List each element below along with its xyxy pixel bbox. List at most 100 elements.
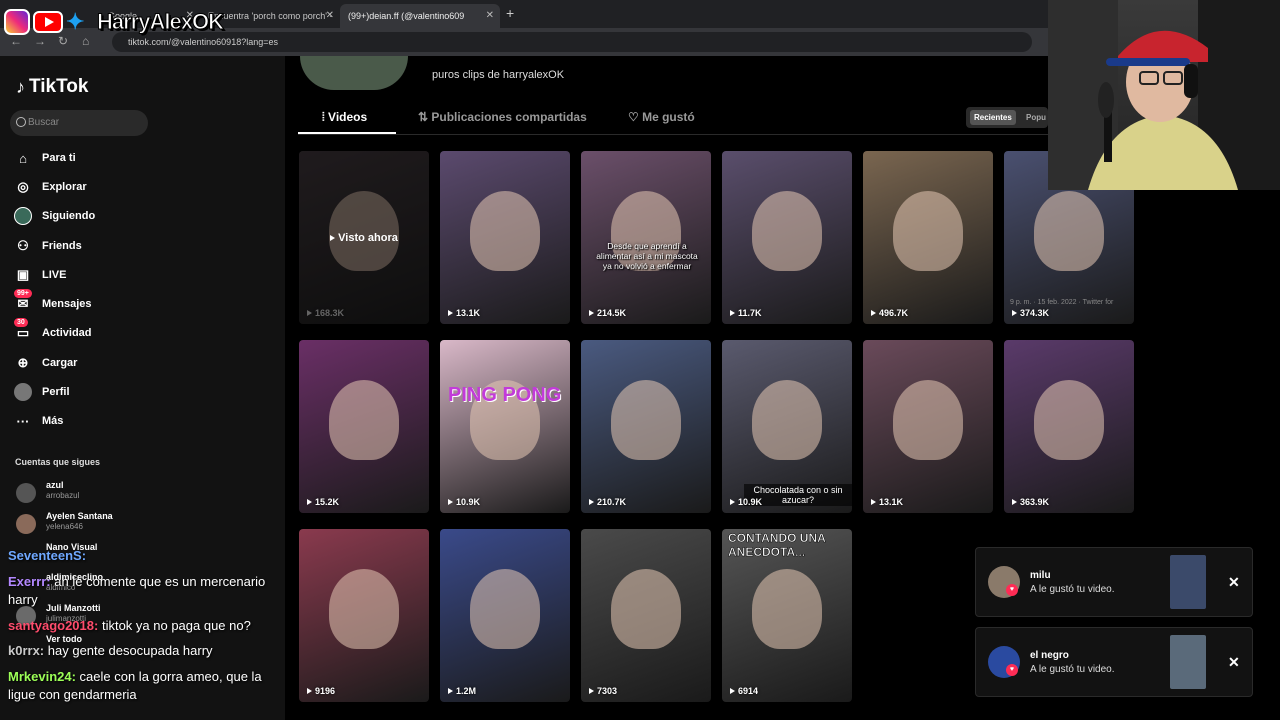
chat-message: Mrkevin24: caele con la gorra ameo, que …	[8, 668, 288, 704]
view-count: 13.1K	[871, 497, 903, 507]
nav-item-cargar[interactable]: ⊕ Cargar	[14, 352, 78, 374]
play-icon	[730, 688, 735, 694]
play-icon	[1012, 499, 1017, 505]
nav-label: Siguiendo	[42, 210, 96, 222]
profile-icon	[14, 383, 32, 401]
close-icon[interactable]: ✕	[486, 4, 494, 28]
video-card[interactable]: PING PONG 10.9K	[440, 340, 570, 513]
video-card[interactable]: 9196	[299, 529, 429, 702]
repost-icon: ⇅	[418, 110, 432, 124]
play-icon	[871, 310, 876, 316]
view-count-text: 6914	[738, 686, 759, 696]
video-thumbnail[interactable]	[1170, 635, 1206, 689]
play-icon	[448, 499, 453, 505]
notification-card[interactable]: ♥ el negro A le gustó tu video. ✕	[975, 627, 1253, 697]
video-card[interactable]: 7303	[581, 529, 711, 702]
tab-label: Publicaciones compartidas	[431, 110, 587, 124]
thumbnail-figure	[1034, 191, 1104, 271]
notification-card[interactable]: ♥ milu A le gustó tu video. ✕	[975, 547, 1253, 617]
tiktok-logo[interactable]: ♪ TikTok	[16, 76, 88, 98]
video-card[interactable]: 11.7K	[722, 151, 852, 324]
messages-icon: ✉ 99+	[14, 289, 32, 313]
nav-item-mas[interactable]: ··· Más	[14, 410, 64, 432]
friends-icon: ⚇	[17, 238, 29, 253]
video-card[interactable]: 13.1K	[440, 151, 570, 324]
nav-label: LIVE	[42, 269, 67, 281]
profile-avatar[interactable]	[300, 56, 408, 90]
video-card[interactable]: 13.1K	[863, 340, 993, 513]
view-count: 374.3K	[1012, 308, 1049, 318]
sort-recent-button[interactable]: Recientes	[970, 110, 1016, 125]
nav-item-live[interactable]: ▣ LIVE	[14, 264, 67, 286]
browser-tab-active[interactable]: (99+)deian.ff (@valentino609 ✕	[340, 4, 500, 28]
thumbnail-figure	[611, 569, 681, 649]
view-count-text: 363.9K	[1020, 497, 1050, 507]
streamer-logo: ✦ HarryAlexOK	[4, 6, 225, 38]
view-count-text: 374.3K	[1020, 308, 1050, 318]
video-card[interactable]: Desde que aprendí a alimentar así a mi m…	[581, 151, 711, 324]
view-count-text: 10.9K	[456, 497, 481, 507]
view-count-text: 10.9K	[738, 497, 763, 507]
following-section-title: Cuentas que sigues	[15, 457, 101, 467]
avatar	[16, 514, 36, 534]
view-count: 11.7K	[730, 308, 762, 318]
video-card[interactable]: 210.7K	[581, 340, 711, 513]
nav-item-mensajes[interactable]: ✉ 99+ Mensajes	[14, 289, 92, 315]
view-count-text: 11.7K	[738, 308, 762, 318]
tabs-divider	[298, 134, 1048, 135]
sort-toggle: Recientes Popu	[966, 107, 1048, 128]
more-icon: ···	[16, 413, 30, 429]
video-card[interactable]: 1.2M	[440, 529, 570, 702]
chat-username: k0rrx:	[8, 643, 45, 658]
nav-label: Más	[42, 415, 64, 427]
play-icon	[307, 499, 312, 505]
notification-user: milu	[1030, 570, 1051, 581]
heart-outline-icon: ♡	[628, 110, 643, 124]
close-icon[interactable]: ✕	[1228, 574, 1240, 591]
profile-bio: puros clips de harryalexOK	[432, 69, 565, 81]
nav-item-siguiendo[interactable]: Siguiendo	[14, 205, 95, 227]
tab-title: Encuentra 'porch como porch' -	[208, 11, 333, 21]
close-icon[interactable]: ✕	[1228, 654, 1240, 671]
nav-item-friends[interactable]: ⚇ Friends	[14, 235, 82, 257]
streamer-name: HarryAlexOK	[97, 9, 225, 35]
view-count-text: 9196	[315, 686, 336, 696]
video-card[interactable]: 496.7K	[863, 151, 993, 324]
view-count: 1.2M	[448, 686, 476, 696]
notification-text: A le gustó tu video.	[1030, 664, 1115, 675]
sort-popular-button[interactable]: Popu	[1022, 110, 1050, 125]
url-field[interactable]: tiktok.com/@valentino60918?lang=es	[112, 32, 1032, 52]
video-card[interactable]: 15.2K	[299, 340, 429, 513]
tab-videos[interactable]: ⦙ Videos	[322, 110, 367, 125]
nav-item-explorar[interactable]: ◎ Explorar	[14, 176, 86, 198]
video-thumbnail[interactable]	[1170, 555, 1206, 609]
notification-user: el negro	[1030, 650, 1069, 661]
nav-item-para-ti[interactable]: ⌂ Para ti	[14, 147, 76, 169]
heart-icon: ♥	[1006, 584, 1018, 596]
tiktok-note-icon: ♪	[16, 76, 25, 97]
tab-shared-posts[interactable]: ⇅ Publicaciones compartidas	[418, 110, 587, 124]
new-tab-icon[interactable]: +	[506, 5, 514, 21]
view-count-text: 496.7K	[879, 308, 909, 318]
tab-liked[interactable]: ♡ Me gustó	[628, 110, 695, 124]
video-card[interactable]: 363.9K	[1004, 340, 1134, 513]
nav-label: Para ti	[42, 152, 76, 164]
account-handle: yelena646	[46, 522, 83, 531]
notification-badge: 30	[14, 318, 28, 327]
home-icon: ⌂	[19, 150, 27, 166]
video-card[interactable]: Visto ahora 168.3K	[299, 151, 429, 324]
twitter-icon: ✦	[66, 9, 85, 34]
chat-username: santyago2018:	[8, 618, 99, 633]
nav-item-perfil[interactable]: Perfil	[14, 381, 70, 403]
watched-label: Visto ahora	[338, 231, 398, 244]
avatar	[16, 483, 36, 503]
tab-title: (99+)deian.ff (@valentino609	[348, 11, 465, 21]
chat-username: Exerrr:	[8, 574, 51, 589]
play-icon	[589, 499, 594, 505]
close-icon[interactable]: ✕	[326, 4, 334, 28]
nav-item-actividad[interactable]: ▭ 30 Actividad	[14, 318, 92, 344]
view-count: 210.7K	[589, 497, 626, 507]
video-card[interactable]: Chocolatada con o sin azucar? 10.9K	[722, 340, 852, 513]
search-input[interactable]: Buscar	[10, 110, 148, 136]
video-card[interactable]: CONTANDO UNA ANECDOTA... 6914	[722, 529, 852, 702]
